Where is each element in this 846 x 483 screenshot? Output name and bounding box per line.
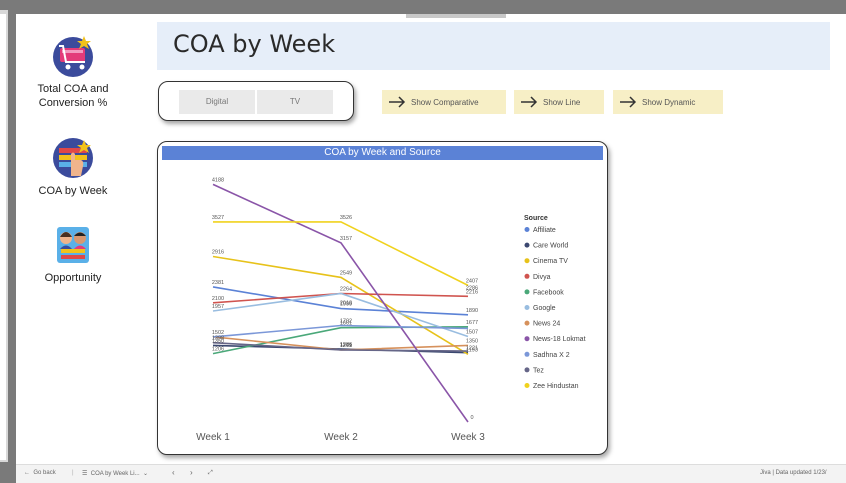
show-dynamic-label: Show Dynamic <box>642 97 696 107</box>
data-label: 1677 <box>466 320 478 326</box>
data-label: 1890 <box>466 308 478 314</box>
channel-slicer: Digital TV <box>158 81 354 121</box>
legend-marker <box>524 320 530 326</box>
data-label: 1206 <box>212 347 224 353</box>
status-bar: ← Go back | ☰ COA by Week Li... ⌄ ‹ › ⤢ … <box>16 464 846 483</box>
legend-entry: Affiliate <box>533 227 556 234</box>
legend-marker <box>524 367 530 373</box>
page-icon: ☰ <box>82 471 88 477</box>
data-label: 1286 <box>340 342 352 348</box>
arrow-right-icon <box>389 96 406 108</box>
data-label: 2264 <box>340 287 352 293</box>
slicer-option-digital[interactable]: Digital <box>179 90 255 114</box>
x-tick-label: Week 1 <box>196 432 230 443</box>
legend-entry: Google <box>533 305 556 312</box>
data-label: 2286 <box>466 285 478 291</box>
x-tick-label: Week 2 <box>324 432 358 443</box>
legend-marker <box>524 258 530 264</box>
people-icon <box>57 227 89 263</box>
report-canvas: Total COA and Conversion % COA by Week O… <box>16 14 846 464</box>
left-panel-surface <box>0 14 6 460</box>
data-label: 1350 <box>212 338 224 344</box>
legend-marker <box>524 289 530 295</box>
legend-entry: News-18 Lokmat <box>533 336 586 343</box>
data-label: 1957 <box>212 304 224 310</box>
page-selector-label: COA by Week Li... <box>90 471 140 477</box>
legend-entry: Tez <box>533 367 544 374</box>
legend-entry: Zee Hindustan <box>533 383 579 390</box>
nav-item-coa-by-week[interactable]: COA by Week <box>23 136 123 198</box>
data-label: 1221 <box>466 346 478 352</box>
previous-page-button[interactable]: ‹ <box>172 468 175 477</box>
expand-icon[interactable]: ⤢ <box>208 470 213 477</box>
nav-label-opportunity: Opportunity <box>44 272 102 284</box>
legend-entry: Cinema TV <box>533 258 568 265</box>
data-label: 2381 <box>212 280 224 286</box>
data-label: 0 <box>470 415 473 421</box>
show-line-label: Show Line <box>543 97 581 107</box>
page-title: COA by Week <box>173 30 336 58</box>
page-title-bar: COA by Week <box>157 22 830 70</box>
legend-entry: Facebook <box>533 289 564 296</box>
data-label: 1507 <box>466 330 478 336</box>
nav-item-opportunity[interactable]: Opportunity <box>23 223 123 285</box>
go-back-button[interactable]: ← Go back <box>24 470 56 476</box>
legend-entry: Divya <box>533 274 551 281</box>
data-updated-text: Jiva | Data updated 1/23/ <box>760 470 827 476</box>
page-selector[interactable]: ☰ COA by Week Li... ⌄ <box>82 470 148 477</box>
data-label: 2407 <box>466 278 478 284</box>
show-dynamic-button[interactable]: Show Dynamic <box>613 90 723 114</box>
legend-entry: Sadhna X 2 <box>533 352 570 359</box>
nav-label-coa-by-week: COA by Week <box>38 185 108 197</box>
slicer-option-tv[interactable]: TV <box>257 90 333 114</box>
coa-chart-card: COA by Week and Source 4188 3527 2916 2381 2… <box>157 141 608 455</box>
show-comparative-button[interactable]: Show Comparative <box>382 90 506 114</box>
arrow-right-icon <box>620 96 637 108</box>
show-line-button[interactable]: Show Line <box>514 90 604 114</box>
legend-marker <box>524 336 530 342</box>
data-label: 4188 <box>212 177 224 183</box>
data-label: 2018 <box>340 301 352 307</box>
arrow-left-icon: ← <box>24 470 30 476</box>
canvas-tab <box>406 14 506 18</box>
next-page-button[interactable]: › <box>190 468 193 477</box>
legend-entry: Care World <box>533 243 568 250</box>
show-comparative-label: Show Comparative <box>411 97 479 107</box>
legend-marker <box>524 227 530 232</box>
go-back-label: Go back <box>33 470 56 476</box>
legend-entry: News 24 <box>533 321 560 328</box>
data-label: 3157 <box>340 236 352 242</box>
legend-title: Source <box>524 215 548 222</box>
x-tick-label: Week 3 <box>451 432 485 443</box>
calendar-hand-icon <box>53 138 93 178</box>
data-label: 3526 <box>340 215 352 221</box>
divider: | <box>72 470 74 476</box>
shopping-cart-icon <box>53 36 93 77</box>
legend-marker <box>524 351 530 357</box>
data-label: 3527 <box>212 215 224 221</box>
data-label: 2549 <box>340 270 352 276</box>
data-label: 2916 <box>212 250 224 256</box>
data-label: 1661 <box>340 321 352 327</box>
nav-label-total-coa: Total COA and Conversion % <box>37 83 109 109</box>
nav-item-total-coa[interactable]: Total COA and Conversion % <box>23 32 123 110</box>
legend-marker <box>524 383 530 388</box>
chevron-down-icon: ⌄ <box>143 471 149 477</box>
arrow-right-icon <box>521 96 538 108</box>
data-label: 1350 <box>466 338 478 344</box>
legend-marker <box>524 305 530 310</box>
legend-marker <box>524 273 530 279</box>
line-chart: 4188352729162381210019571502139813501206… <box>196 177 586 443</box>
legend-marker <box>524 242 530 248</box>
data-label: 2100 <box>212 296 224 302</box>
